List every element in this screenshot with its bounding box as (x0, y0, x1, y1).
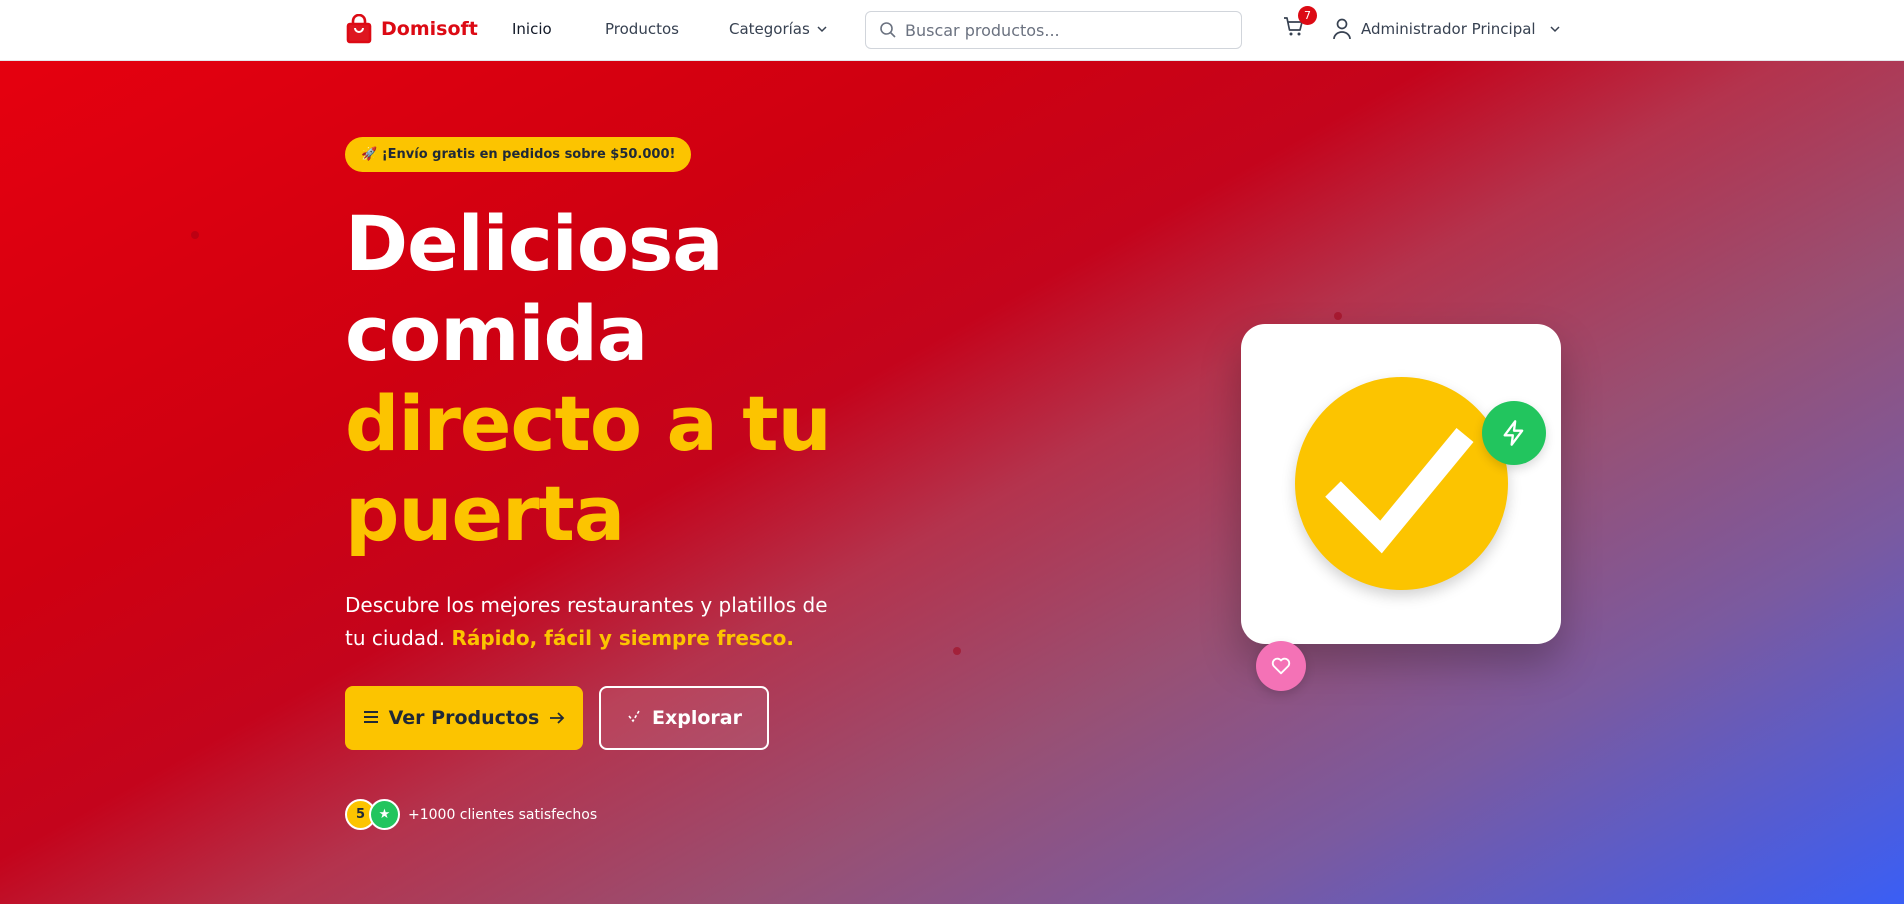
star-icon: ★ (369, 799, 400, 830)
arrow-right-icon (549, 707, 565, 729)
compass-icon (626, 707, 642, 729)
search-input[interactable] (905, 20, 1225, 40)
bolt-icon (1482, 401, 1546, 465)
user-icon (1333, 18, 1351, 40)
heart-icon (1256, 641, 1306, 691)
nav-link-inicio[interactable]: Inicio (512, 20, 552, 38)
search-icon (880, 22, 896, 38)
brand-name: Domisoft (381, 18, 478, 40)
cart-button[interactable]: 7 (1283, 6, 1317, 40)
hero-description: Descubre los mejores restaurantes y plat… (345, 589, 845, 655)
promo-badge: 🚀 ¡Envío gratis en pedidos sobre $50.000… (345, 137, 692, 172)
cart-count-badge: 7 (1298, 6, 1317, 25)
check-icon (1295, 377, 1508, 590)
decorative-dot (1334, 312, 1342, 320)
menu-icon (363, 709, 379, 728)
hero-description-highlight: Rápido, fácil y siempre fresco. (451, 626, 794, 650)
decorative-dot (191, 231, 199, 239)
chevron-down-icon (1550, 26, 1560, 33)
user-name: Administrador Principal (1361, 20, 1536, 38)
hero-section: 🚀 ¡Envío gratis en pedidos sobre $50.000… (0, 61, 1904, 904)
hero-title: Deliciosa comida directo a tu puerta (345, 199, 832, 559)
user-menu[interactable]: Administrador Principal (1332, 18, 1561, 40)
ver-productos-button[interactable]: Ver Productos (345, 686, 583, 750)
explorar-button[interactable]: Explorar (599, 686, 769, 750)
hero-title-line: Deliciosa (345, 199, 724, 288)
shopping-bag-icon (346, 14, 372, 44)
hero-title-highlight: puerta (345, 469, 625, 558)
decorative-dot (953, 647, 961, 655)
social-proof-text: +1000 clientes satisfechos (408, 806, 598, 823)
chevron-down-icon (817, 26, 827, 33)
hero-title-line: comida (345, 289, 648, 378)
brand-logo[interactable]: Domisoft (345, 14, 478, 44)
nav-categorias-label: Categorías (729, 20, 810, 38)
ver-productos-label: Ver Productos (388, 707, 540, 729)
hero-illustration-card (1241, 324, 1561, 644)
nav-dropdown-categorias[interactable]: Categorías (729, 20, 828, 38)
nav-link-productos[interactable]: Productos (605, 20, 679, 38)
social-proof: 5 ★ +1000 clientes satisfechos (345, 799, 597, 830)
explorar-label: Explorar (652, 707, 742, 729)
hero-title-highlight: directo a tu (345, 379, 832, 468)
search-bar (865, 11, 1242, 49)
top-navbar: Domisoft Inicio Productos Categorías 7 A… (0, 0, 1904, 61)
